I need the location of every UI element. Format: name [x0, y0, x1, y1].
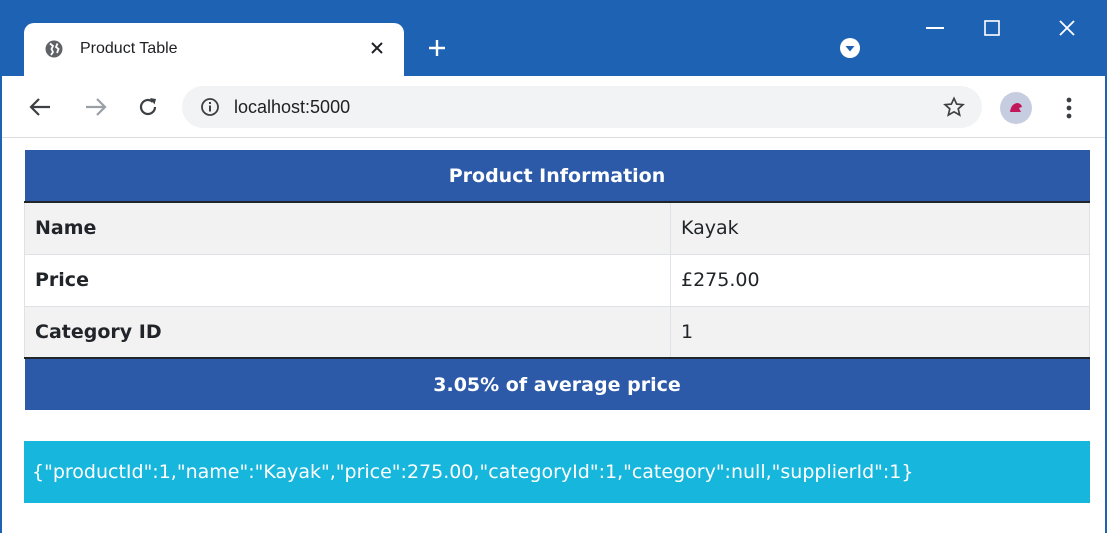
table-row: Name Kayak — [24, 201, 1090, 255]
window-close-icon[interactable] — [1039, 8, 1095, 48]
row-value-category-id: 1 — [670, 305, 1090, 359]
table-header: Product Information — [24, 150, 1090, 203]
table-footer: 3.05% of average price — [24, 357, 1090, 410]
table-row: Category ID 1 — [24, 305, 1090, 359]
browser-toolbar: localhost:5000 — [2, 76, 1105, 138]
row-label-category-id: Category ID — [24, 305, 671, 359]
forward-arrow-icon[interactable] — [80, 91, 112, 123]
tab-title: Product Table — [80, 40, 178, 57]
page-content: Product Information Name Kayak Price £27… — [2, 139, 1105, 533]
browser-tab[interactable]: Product Table — [24, 23, 404, 76]
maximize-icon[interactable] — [964, 8, 1020, 48]
product-table: Product Information Name Kayak Price £27… — [24, 150, 1090, 410]
close-icon[interactable] — [364, 35, 390, 61]
star-icon[interactable] — [942, 95, 966, 119]
json-output: {"productId":1,"name":"Kayak","price":27… — [24, 441, 1090, 503]
minimize-icon[interactable] — [907, 8, 963, 48]
avatar-icon[interactable] — [1000, 92, 1032, 124]
address-bar[interactable]: localhost:5000 — [182, 86, 982, 128]
url-text: localhost:5000 — [234, 97, 351, 117]
browser-window: Product Table localhost:5000 Product Inf… — [0, 0, 1107, 533]
reload-icon[interactable] — [132, 91, 164, 123]
row-value-price: £275.00 — [670, 253, 1090, 307]
row-label-price: Price — [24, 253, 671, 307]
kebab-menu-icon[interactable] — [1057, 92, 1081, 124]
row-value-name: Kayak — [670, 201, 1090, 255]
row-label-name: Name — [24, 201, 671, 255]
title-bar: Product Table — [2, 0, 1105, 76]
profile-dropdown-icon[interactable] — [837, 35, 863, 61]
plus-icon[interactable] — [422, 33, 452, 63]
table-row: Price £275.00 — [24, 253, 1090, 307]
info-icon[interactable] — [200, 97, 220, 117]
globe-icon — [44, 39, 64, 59]
back-arrow-icon[interactable] — [24, 91, 56, 123]
